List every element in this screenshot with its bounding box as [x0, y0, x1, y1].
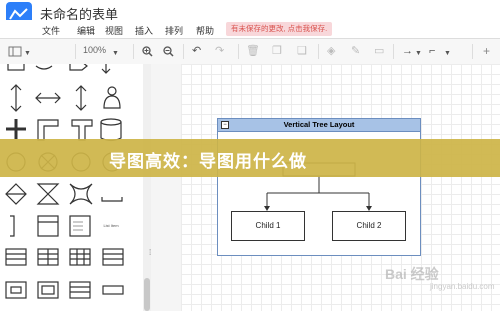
zoom-in-icon[interactable]: [142, 46, 153, 57]
table-shape[interactable]: [37, 215, 59, 237]
arrow-vertical-icon[interactable]: [10, 84, 22, 112]
chevron-down-icon[interactable]: ▼: [444, 48, 451, 60]
toolbar: ▼ 100% ▼ ↶ ↷ 🗑 ❐ ❑ ◈ ✎ ▭ → ▼ ⌐ ▼: [0, 38, 500, 65]
sidebar-scrollbar[interactable]: [143, 64, 151, 311]
container-shape[interactable]: [5, 281, 27, 299]
chevron-down-icon[interactable]: ▼: [24, 48, 31, 60]
shape-library-sidebar: List Item: [0, 64, 144, 311]
shape-palette[interactable]: List Item: [0, 64, 143, 311]
title-bar: 未命名的表单: [0, 0, 500, 28]
menu-arrange[interactable]: 排列: [165, 24, 183, 37]
zoom-out-icon[interactable]: [163, 46, 174, 57]
add-button[interactable]: +: [483, 44, 490, 58]
shape-item[interactable]: [101, 64, 111, 74]
cross-shape[interactable]: [6, 119, 26, 139]
table-shape[interactable]: [102, 248, 124, 266]
table-shape[interactable]: [69, 248, 91, 266]
container-shape[interactable]: [37, 281, 59, 299]
watermark: Bai 经验: [385, 266, 439, 282]
to-back-icon[interactable]: ❑: [297, 45, 307, 57]
annotation-shape[interactable]: [10, 215, 15, 237]
zoom-level[interactable]: 100%: [83, 45, 106, 55]
corner-shape[interactable]: [37, 119, 59, 141]
collate-shape[interactable]: [36, 183, 60, 205]
container-shape[interactable]: [102, 285, 124, 295]
menu-help[interactable]: 帮助: [196, 24, 214, 37]
connection-arrow-icon[interactable]: →: [402, 45, 413, 57]
star-shape[interactable]: [69, 183, 93, 205]
actor-icon[interactable]: [107, 86, 117, 96]
tee-shape[interactable]: [71, 119, 93, 141]
page-view-icon[interactable]: [8, 46, 22, 57]
arrow-horizontal-icon[interactable]: [35, 92, 61, 104]
shape-item[interactable]: [35, 65, 53, 70]
panel-divider[interactable]: [151, 64, 182, 311]
shape-item[interactable]: [69, 64, 88, 71]
redo-icon[interactable]: ↷: [215, 45, 224, 57]
child-node-2[interactable]: Child 2: [332, 211, 406, 241]
table-shape[interactable]: [5, 248, 27, 266]
collapse-handle-icon[interactable]: ⁞: [149, 248, 151, 257]
undo-icon[interactable]: ↶: [192, 45, 201, 57]
brace-shape[interactable]: [101, 197, 123, 202]
arrow-updown-icon[interactable]: [75, 85, 87, 111]
shape-item[interactable]: [7, 64, 25, 71]
menu-file[interactable]: 文件: [42, 24, 60, 37]
fill-color-icon[interactable]: ◈: [327, 45, 335, 57]
waypoint-icon[interactable]: ⌐: [429, 45, 435, 57]
menu-insert[interactable]: 插入: [135, 24, 153, 37]
zoom-dropdown-icon[interactable]: ▼: [112, 48, 119, 60]
child-node-1[interactable]: Child 1: [231, 211, 305, 241]
sidebar-scroll-thumb[interactable]: [144, 278, 150, 311]
title-banner: 导图高效：导图用什么做: [0, 139, 500, 177]
sort-shape[interactable]: [5, 183, 27, 205]
unsaved-changes-notice[interactable]: 有未保存的更改, 点击我保存.: [226, 22, 333, 36]
to-front-icon[interactable]: ❐: [272, 45, 282, 57]
list-item-caption: List Item: [103, 223, 119, 228]
menu-edit[interactable]: 编辑: [77, 24, 95, 37]
line-color-icon[interactable]: ✎: [351, 45, 360, 57]
menu-view[interactable]: 视图: [105, 24, 123, 37]
delete-icon[interactable]: 🗑: [246, 45, 260, 57]
shadow-icon[interactable]: ▭: [374, 45, 384, 57]
banner-text: 导图高效：导图用什么做: [109, 152, 307, 171]
watermark-url: jingyan.baidu.com: [430, 282, 495, 291]
chevron-down-icon[interactable]: ▼: [415, 48, 422, 60]
container-shape[interactable]: [69, 281, 91, 299]
